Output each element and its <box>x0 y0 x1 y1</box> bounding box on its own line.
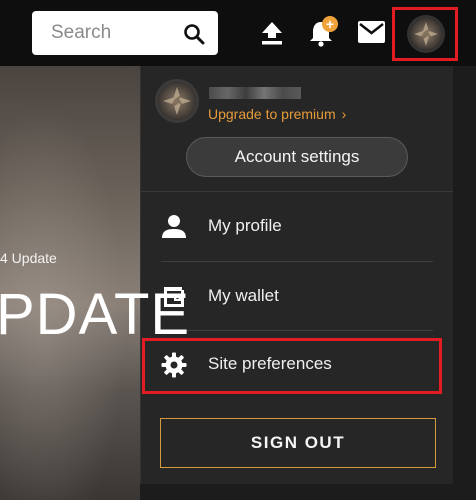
avatar-emblem-icon <box>414 22 438 46</box>
search-box <box>32 11 218 55</box>
hero-banner: 4 Update PDATE <box>0 66 189 500</box>
account-settings-button[interactable]: Account settings <box>186 137 408 177</box>
upload-icon[interactable] <box>261 21 283 45</box>
search-icon[interactable] <box>182 22 206 46</box>
gear-icon <box>161 352 187 378</box>
avatar <box>410 18 442 50</box>
menu-item-label: My wallet <box>208 286 279 305</box>
menu-item-my-profile[interactable]: My profile <box>141 192 453 260</box>
notifications-button[interactable]: + <box>308 16 338 48</box>
hero-title: PDATE <box>0 282 191 347</box>
menu-item-label: Site preferences <box>208 354 332 373</box>
search-input[interactable] <box>32 11 191 55</box>
chevron-right-icon: › <box>341 106 347 122</box>
account-header: Upgrade to premium › Account settings <box>141 66 453 192</box>
upgrade-premium-link[interactable]: Upgrade to premium › <box>208 106 346 122</box>
sign-out-button[interactable]: SIGN OUT <box>160 418 436 468</box>
account-menu-button[interactable] <box>392 7 458 61</box>
notification-badge: + <box>322 16 338 32</box>
mail-icon[interactable] <box>358 21 385 43</box>
hero-subtitle: 4 Update <box>0 250 57 266</box>
account-dropdown: Upgrade to premium › Account settings My … <box>140 66 453 484</box>
username-redacted <box>209 87 301 99</box>
avatar-emblem-icon <box>163 87 191 115</box>
top-bar: + <box>0 0 476 66</box>
upgrade-label: Upgrade to premium <box>208 106 336 122</box>
person-icon <box>162 215 186 238</box>
avatar <box>158 82 196 120</box>
menu-item-label: My profile <box>208 216 282 235</box>
